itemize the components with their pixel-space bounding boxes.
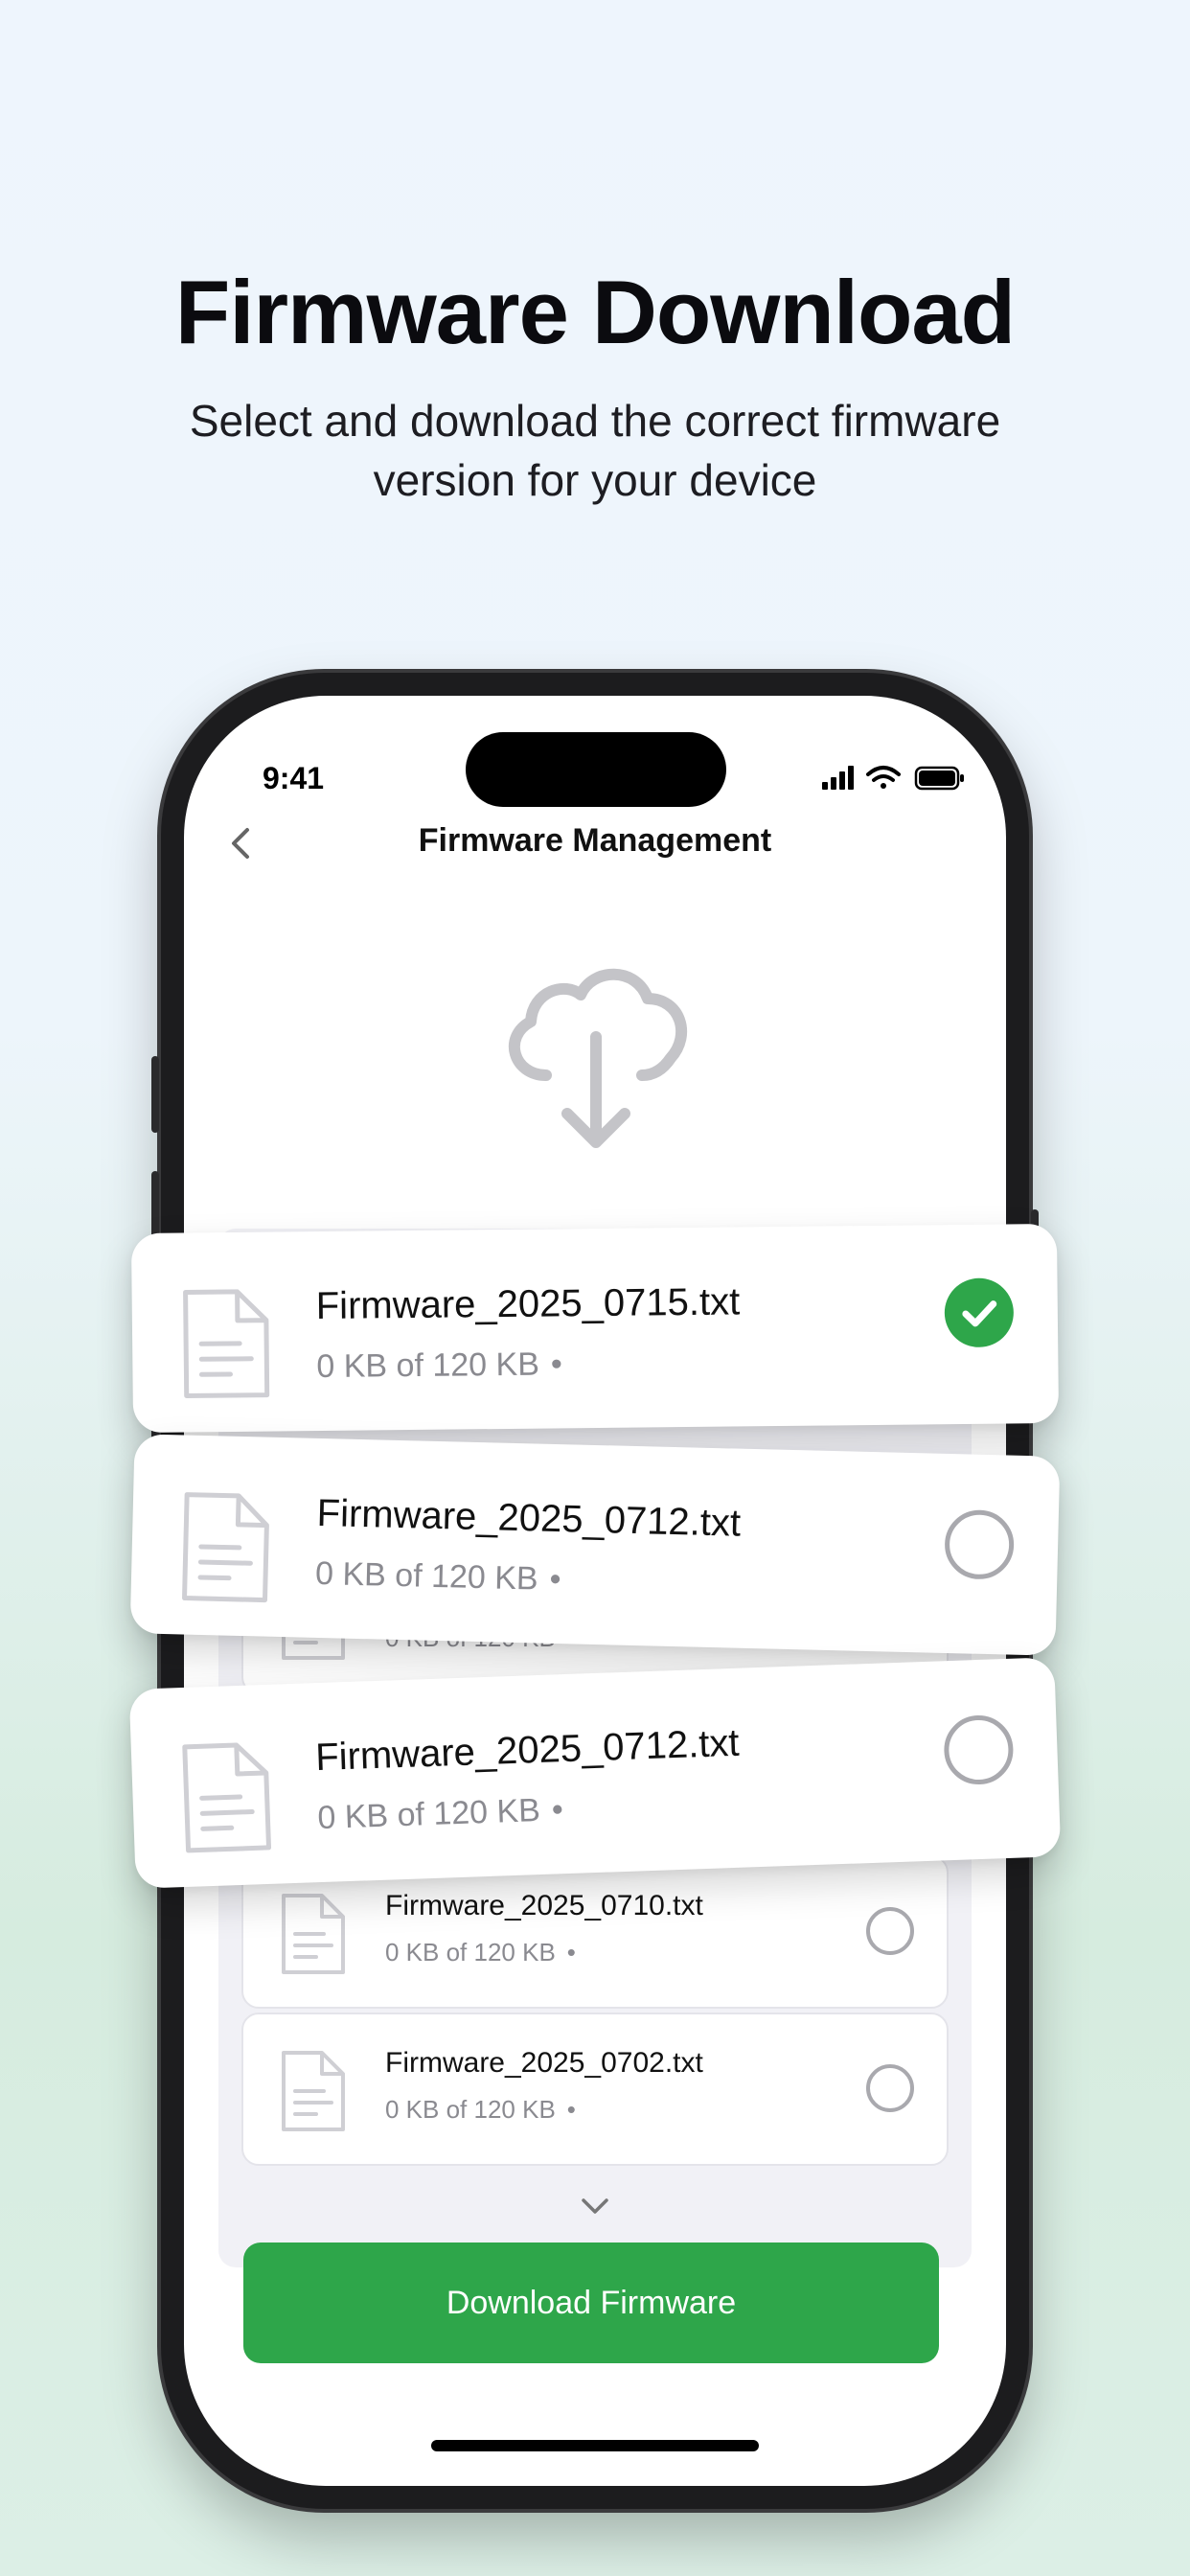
radio-button[interactable]: [944, 1508, 1015, 1580]
side-button: [151, 1056, 159, 1133]
firmware-card-selected[interactable]: Firmware_2025_0715.txt 0 KB of 120 KB •: [130, 1223, 1060, 1434]
cloud-download-icon: [508, 968, 688, 1148]
radio-button[interactable]: [866, 2064, 914, 2112]
cellular-signal-icon: [822, 766, 854, 790]
file-size: 0 KB of 120 KB•: [385, 1938, 576, 1966]
dynamic-island: [466, 732, 726, 807]
file-size: 0 KB of 120 KB•: [385, 2095, 576, 2124]
radio-button[interactable]: [866, 1907, 914, 1955]
firmware-card[interactable]: Firmware_2025_0712.txt 0 KB of 120 KB •: [129, 1434, 1061, 1656]
file-name: Firmware_2025_0710.txt: [385, 1890, 703, 1921]
file-size: 0 KB of 120 KB•: [316, 1791, 564, 1837]
nav-title: Firmware Management: [418, 822, 772, 859]
battery-icon: [914, 766, 964, 791]
checkmark-selected-icon[interactable]: [944, 1277, 1015, 1348]
file-name: Firmware_2025_0712.txt: [316, 1491, 742, 1545]
file-name: Firmware_2025_0712.txt: [314, 1721, 741, 1780]
document-icon: [282, 1894, 345, 1974]
home-indicator: [431, 2440, 759, 2451]
chevron-down-icon[interactable]: [566, 2187, 624, 2225]
list-item[interactable]: Firmware_2025_0702.txt 0 KB of 120 KB •: [241, 2012, 949, 2166]
document-icon: [282, 2051, 345, 2131]
radio-button[interactable]: [943, 1714, 1015, 1786]
document-icon: [183, 1289, 270, 1398]
firmware-card[interactable]: Firmware_2025_0712.txt 0 KB of 120 KB •: [128, 1657, 1062, 1889]
download-firmware-button[interactable]: Download Firmware: [243, 2242, 939, 2363]
file-size: 0 KB of 120 KB•: [316, 1346, 562, 1386]
file-size: 0 KB of 120 KB•: [314, 1554, 561, 1598]
hero-subtitle: Select and download the correct firmware…: [189, 396, 1001, 505]
hero-title: Firmware Download: [174, 262, 1016, 362]
file-name: Firmware_2025_0715.txt: [315, 1280, 741, 1328]
file-name: Firmware_2025_0702.txt: [385, 2047, 703, 2079]
wifi-icon: [866, 766, 901, 789]
status-time: 9:41: [263, 761, 325, 795]
document-icon: [182, 1492, 269, 1603]
status-icons: [822, 766, 964, 791]
document-icon: [182, 1742, 272, 1853]
